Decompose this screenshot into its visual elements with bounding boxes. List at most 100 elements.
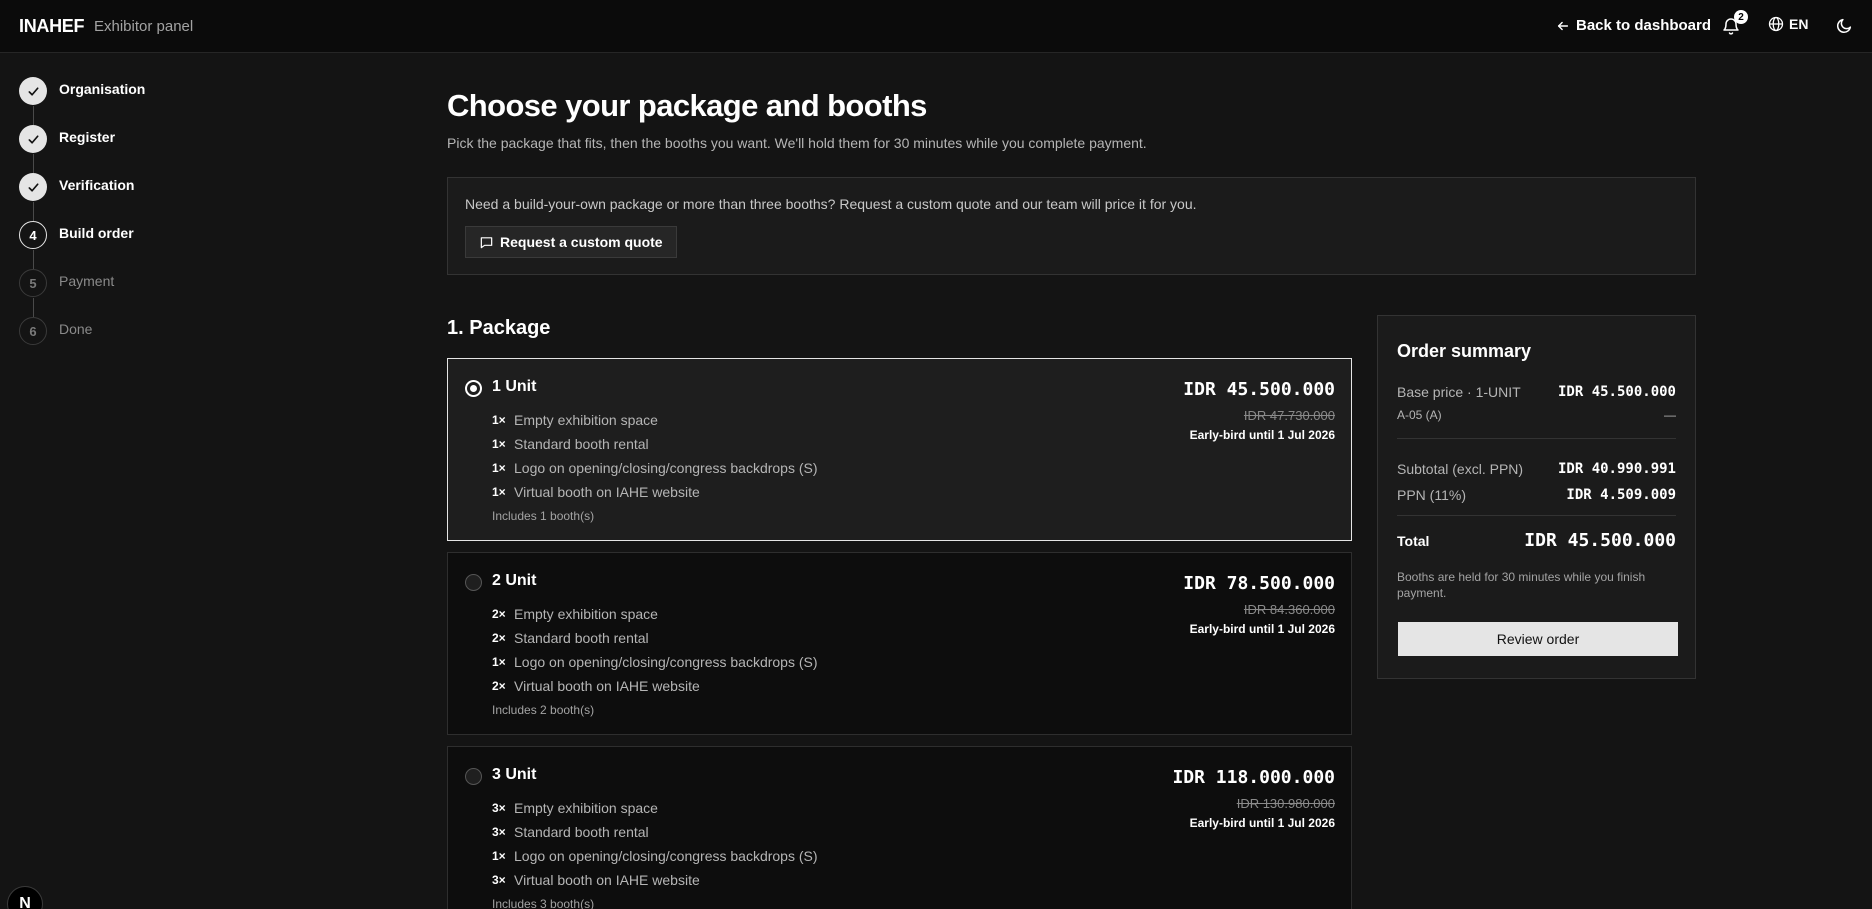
package-card-3-unit[interactable]: 3 Unit 3× Empty exhibition space 3× Standa… [447, 746, 1352, 909]
package-item: 1× Logo on opening/closing/congress backd… [492, 650, 818, 674]
package-original-price: IDR 84.360.000 [1243, 602, 1335, 617]
item-label: Standard booth rental [514, 436, 649, 452]
item-quantity: 1× [492, 437, 506, 451]
package-item: 3× Virtual booth on IAHE website [492, 868, 818, 892]
item-quantity: 1× [492, 413, 506, 427]
step-build-order[interactable]: 4 Build order [19, 221, 319, 269]
package-item: 3× Standard booth rental [492, 820, 818, 844]
ppn-value: IDR 4.509.009 [1566, 487, 1676, 503]
item-quantity: 3× [492, 873, 506, 887]
step-2-indicator [19, 125, 47, 153]
booth-label: A-05 (A) [1397, 408, 1442, 422]
step-done: 6 Done [19, 317, 319, 365]
package-price: IDR 118.000.000 [1172, 767, 1335, 788]
item-quantity: 1× [492, 849, 506, 863]
subtotal-label: Subtotal (excl. PPN) [1397, 461, 1524, 477]
item-label: Virtual booth on IAHE website [514, 678, 700, 694]
item-label: Standard booth rental [514, 824, 649, 840]
arrow-left-icon [1557, 21, 1569, 30]
globe-icon [1768, 16, 1784, 32]
base-price-value: IDR 45.500.000 [1557, 384, 1676, 400]
step-organisation[interactable]: Organisation [19, 77, 319, 125]
step-connector [32, 202, 34, 221]
step-label: Verification [59, 177, 135, 193]
check-icon [27, 86, 39, 96]
message-square-icon [480, 236, 493, 248]
summary-booth-row: A-05 (A) — [1397, 408, 1676, 422]
step-label: Organisation [59, 81, 146, 97]
summary-base-price-row: Base price · 1-UNIT IDR 45.500.000 [1397, 384, 1676, 400]
ppn-label: PPN (11%) [1397, 487, 1466, 503]
summary-ppn-row: PPN (11%) IDR 4.509.009 [1397, 487, 1676, 503]
item-quantity: 1× [492, 485, 506, 499]
progress-stepper: Organisation Register Verification 4 Bui… [19, 77, 319, 365]
dev-tools-badge[interactable]: N [7, 886, 43, 909]
package-name: 2 Unit [492, 572, 537, 589]
step-label: Payment [59, 273, 115, 289]
package-price: IDR 45.500.000 [1183, 379, 1335, 400]
item-label: Virtual booth on IAHE website [514, 872, 700, 888]
package-original-price: IDR 47.730.000 [1243, 408, 1335, 423]
notification-count-badge: 2 [1734, 10, 1748, 24]
step-connector [32, 154, 34, 173]
package-card-1-unit[interactable]: 1 Unit 1× Empty exhibition space 1× Standa… [447, 358, 1352, 541]
step-4-indicator: 4 [19, 221, 47, 249]
package-radio[interactable] [465, 768, 482, 785]
order-summary-title: Order summary [1397, 341, 1532, 361]
order-summary-panel: Order summary Base price · 1-UNIT IDR 45… [1377, 315, 1696, 679]
summary-divider [1397, 515, 1676, 516]
package-item: 1× Logo on opening/closing/congress backd… [492, 844, 818, 868]
total-label: Total [1397, 532, 1430, 549]
package-item: 2× Virtual booth on IAHE website [492, 674, 818, 698]
item-label: Logo on opening/closing/congress backdro… [514, 460, 818, 476]
item-label: Standard booth rental [514, 630, 649, 646]
back-to-dashboard-label: Back to dashboard [1576, 17, 1712, 34]
step-payment: 5 Payment [19, 269, 319, 317]
check-icon [27, 134, 39, 144]
brand-logo[interactable]: INAHEF [19, 16, 85, 37]
step-register[interactable]: Register [19, 125, 319, 173]
step-3-indicator [19, 173, 47, 201]
early-bird-note: Early-bird until 1 Jul 2026 [1189, 622, 1335, 636]
package-includes: Includes 2 booth(s) [492, 703, 595, 717]
package-includes: Includes 1 booth(s) [492, 509, 595, 523]
item-label: Logo on opening/closing/congress backdro… [514, 654, 818, 670]
review-order-button[interactable]: Review order [1398, 622, 1678, 656]
step-connector [32, 250, 34, 269]
summary-total-row: Total IDR 45.500.000 [1397, 530, 1676, 551]
early-bird-note: Early-bird until 1 Jul 2026 [1189, 816, 1335, 830]
package-card-2-unit[interactable]: 2 Unit 2× Empty exhibition space 2× Standa… [447, 552, 1352, 735]
step-5-indicator: 5 [19, 269, 47, 297]
item-label: Virtual booth on IAHE website [514, 484, 700, 500]
package-price: IDR 78.500.000 [1183, 573, 1335, 594]
package-item-list: 2× Empty exhibition space 2× Standard boot… [492, 602, 818, 698]
booth-hold-note: Booths are held for 30 minutes while you… [1397, 570, 1646, 600]
item-quantity: 3× [492, 825, 506, 839]
item-label: Empty exhibition space [514, 606, 658, 622]
step-6-indicator: 6 [19, 317, 47, 345]
package-radio[interactable] [465, 380, 482, 397]
language-switcher[interactable]: EN [1768, 16, 1808, 32]
item-quantity: 2× [492, 679, 506, 693]
package-item-list: 3× Empty exhibition space 3× Standard boot… [492, 796, 818, 892]
moon-icon[interactable] [1836, 17, 1853, 34]
package-item: 1× Logo on opening/closing/congress backd… [492, 456, 818, 480]
top-bar: INAHEF Exhibitor panel Back to dashboard… [0, 0, 1872, 53]
step-label: Register [59, 129, 116, 145]
item-quantity: 1× [492, 655, 506, 669]
package-radio[interactable] [465, 574, 482, 591]
total-value: IDR 45.500.000 [1524, 530, 1676, 551]
back-to-dashboard-link[interactable]: Back to dashboard [1556, 17, 1711, 34]
request-custom-quote-button[interactable]: Request a custom quote [465, 226, 677, 258]
base-price-label: Base price · 1-UNIT [1397, 384, 1521, 400]
item-quantity: 3× [492, 801, 506, 815]
step-label: Build order [59, 225, 134, 241]
custom-quote-text: Need a build-your-own package or more th… [465, 196, 1197, 212]
step-verification[interactable]: Verification [19, 173, 319, 221]
summary-subtotal-row: Subtotal (excl. PPN) IDR 40.990.991 [1397, 461, 1676, 477]
item-quantity: 1× [492, 461, 506, 475]
package-name: 3 Unit [492, 766, 537, 783]
item-quantity: 2× [492, 607, 506, 621]
step-1-indicator [19, 77, 47, 105]
step-connector [32, 298, 34, 317]
